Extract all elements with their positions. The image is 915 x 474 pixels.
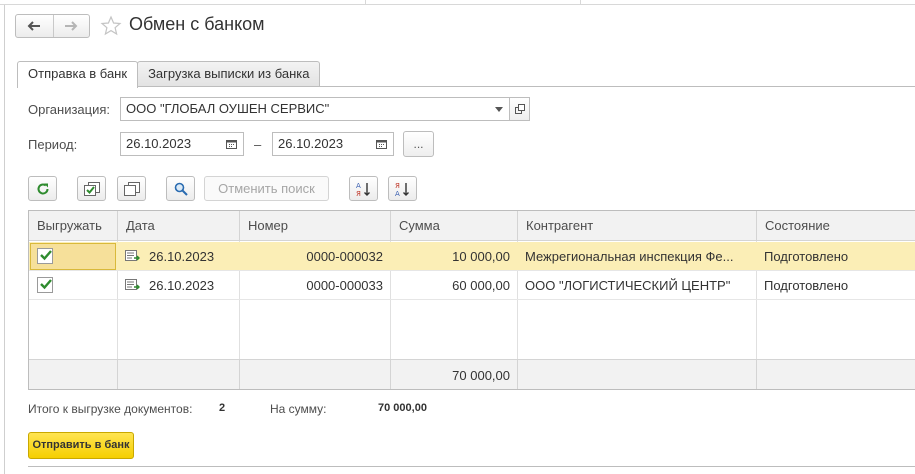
date-value: 26.10.2023 (149, 249, 215, 264)
table-row[interactable]: 26.10.2023 0000-000032 10 000,00 Межреги… (29, 242, 915, 271)
svg-text:A: A (395, 190, 400, 197)
date-value: 26.10.2023 (149, 278, 215, 293)
period-to-calendar-button[interactable] (370, 132, 394, 156)
top-separator (0, 0, 915, 5)
refresh-button[interactable] (28, 176, 57, 201)
date-cell: 26.10.2023 (117, 271, 239, 300)
header-status[interactable]: Состояние (756, 211, 915, 241)
period-from-calendar-button[interactable] (220, 132, 244, 156)
number-cell: 0000-000032 (306, 249, 383, 264)
document-icon (125, 250, 140, 261)
bottom-separator (28, 466, 915, 467)
star-icon[interactable] (100, 15, 122, 37)
svg-text:A: A (356, 182, 361, 190)
checkmark-icon (40, 250, 52, 261)
sum-value: 70 000,00 (378, 402, 427, 414)
header-number[interactable]: Номер (239, 211, 390, 241)
period-more-button[interactable]: ... (403, 131, 434, 157)
export-checkbox[interactable] (37, 277, 53, 293)
documents-table: Выгружать Дата Номер Сумма Контрагент Со… (28, 210, 915, 390)
amount-cell: 10 000,00 (452, 249, 510, 264)
arrow-left-icon (27, 21, 41, 31)
status-cell: Подготовлено (764, 249, 849, 264)
sort-asc-button[interactable]: AЯ (349, 176, 378, 201)
docs-count-value: 2 (219, 402, 226, 414)
uncheck-all-button[interactable] (117, 176, 146, 201)
send-to-bank-button[interactable]: Отправить в банк (28, 432, 134, 459)
sort-desc-icon: ЯA (395, 182, 409, 197)
uncheck-all-icon (123, 181, 140, 196)
forward-button[interactable] (52, 15, 90, 37)
docs-count-label: Итого к выгрузке документов: (28, 402, 193, 416)
tab-bar: Отправка в банк Загрузка выписки из банк… (17, 61, 321, 88)
document-icon (125, 279, 140, 290)
footer-cell (117, 360, 239, 389)
table-header: Выгружать Дата Номер Сумма Контрагент Со… (29, 211, 915, 241)
search-icon (174, 182, 188, 196)
arrow-right-icon (65, 21, 78, 31)
header-export[interactable]: Выгружать (29, 211, 117, 241)
sort-desc-button[interactable]: ЯA (388, 176, 417, 201)
counterparty-cell: ООО "ЛОГИСТИЧЕСКИЙ ЦЕНТР" (525, 278, 731, 293)
open-icon (514, 104, 525, 114)
organization-field[interactable]: ООО "ГЛОБАЛ ОУШЕН СЕРВИС" (120, 97, 510, 121)
organization-label: Организация: (28, 102, 111, 117)
calendar-icon (376, 140, 387, 149)
search-button[interactable] (166, 176, 195, 201)
date-cell: 26.10.2023 (117, 242, 239, 271)
footer-total: 70 000,00 (390, 360, 517, 389)
svg-text:Я: Я (356, 190, 361, 197)
sum-label: На сумму: (270, 402, 327, 416)
status-cell: Подготовлено (764, 278, 849, 293)
header-counterparty[interactable]: Контрагент (517, 211, 756, 241)
export-checkbox[interactable] (37, 248, 53, 264)
header-amount[interactable]: Сумма (390, 211, 517, 241)
refresh-icon (37, 183, 49, 195)
left-border (4, 5, 5, 474)
header-date[interactable]: Дата (117, 211, 239, 241)
period-dash: – (254, 137, 262, 152)
footer-cell (239, 360, 390, 389)
footer-cell (756, 360, 915, 389)
check-all-button[interactable] (77, 176, 106, 201)
number-cell: 0000-000033 (306, 278, 383, 293)
checkmark-icon (40, 279, 52, 290)
tab-load-statement[interactable]: Загрузка выписки из банка (137, 61, 321, 87)
period-label: Период: (28, 137, 78, 152)
svg-text:Я: Я (395, 182, 400, 190)
tab-underline (17, 86, 915, 87)
check-all-icon (83, 181, 100, 196)
back-button[interactable] (16, 15, 53, 37)
organization-open-button[interactable] (509, 97, 530, 121)
sort-asc-icon: AЯ (356, 182, 370, 197)
calendar-icon (226, 140, 237, 149)
cancel-search-button[interactable]: Отменить поиск (204, 176, 329, 201)
table-row[interactable]: 26.10.2023 0000-000033 60 000,00 ООО "ЛО… (29, 271, 915, 300)
page-title: Обмен с банком (129, 14, 265, 34)
tab-send-to-bank[interactable]: Отправка в банк (17, 61, 139, 88)
organization-dropdown-button[interactable] (489, 97, 510, 121)
footer-cell (517, 360, 756, 389)
chevron-down-icon (495, 106, 503, 112)
table-footer: 70 000,00 (29, 359, 915, 389)
nav-buttons (15, 14, 90, 38)
counterparty-cell: Межрегиональная инспекция Фе... (525, 249, 734, 264)
amount-cell: 60 000,00 (452, 278, 510, 293)
